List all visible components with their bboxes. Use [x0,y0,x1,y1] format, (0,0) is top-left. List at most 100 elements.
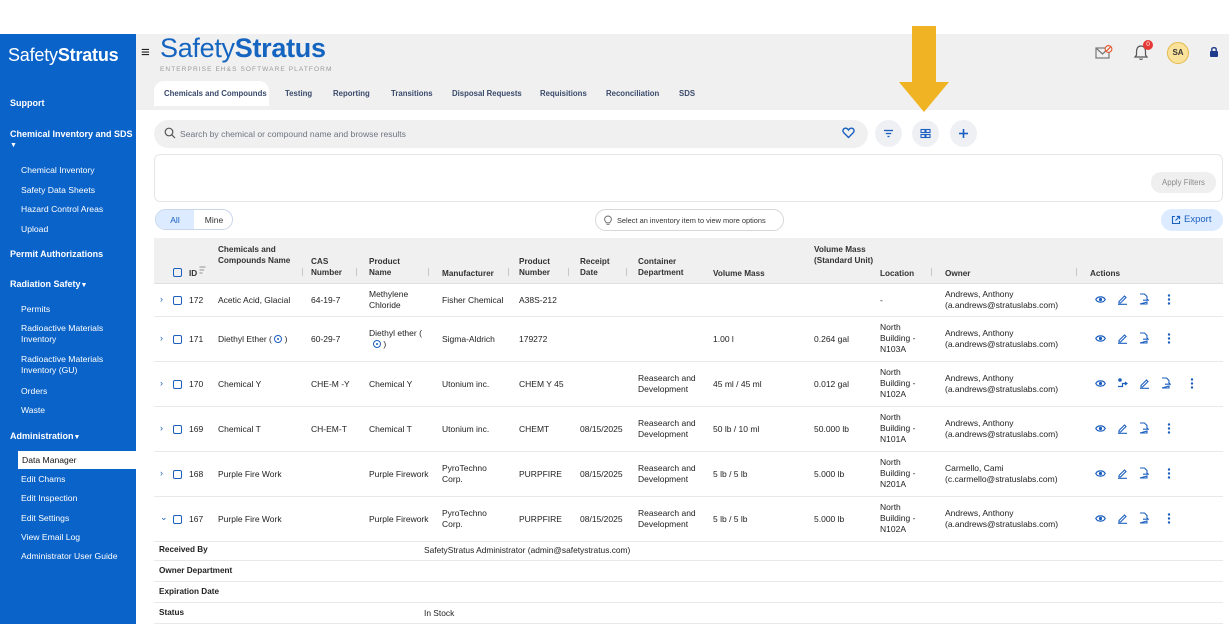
document-export-icon[interactable] [1138,422,1149,434]
edit-icon[interactable] [1117,512,1128,524]
columns-button[interactable] [912,120,939,147]
edit-icon[interactable] [1139,377,1150,389]
document-export-icon[interactable] [1138,332,1149,344]
col-header-cas[interactable]: CAS Number [311,256,353,278]
sidebar-item-edit-settings[interactable]: Edit Settings [21,513,133,524]
chevron-down-icon[interactable]: ⌄ [160,512,168,523]
tab-reporting[interactable]: Reporting [333,89,370,98]
hamburger-menu-icon[interactable]: ≡ [141,44,150,61]
chevron-right-icon[interactable]: › [160,294,163,304]
table-row[interactable]: › 170 Chemical Y CHE-M -Y Chemical Y Uto… [154,362,1223,407]
edit-icon[interactable] [1117,467,1128,479]
toggle-mine[interactable]: Mine [194,210,232,229]
more-options-icon[interactable] [1167,423,1171,434]
edit-icon[interactable] [1117,422,1128,434]
view-icon[interactable] [1095,424,1106,433]
chevron-right-icon[interactable]: › [160,423,163,433]
lock-icon[interactable] [1209,46,1219,58]
sidebar-item-chemical-inventory[interactable]: Chemical Inventory [21,165,133,176]
more-options-icon[interactable] [1167,294,1171,305]
col-header-volume-mass[interactable]: Volume Mass [713,268,765,279]
tab-chemicals-and-compounds[interactable]: Chemicals and Compounds [164,89,267,98]
more-options-icon[interactable] [1190,378,1194,389]
search-bar[interactable]: Search by chemical or compound name and … [154,120,868,148]
view-icon[interactable] [1095,469,1106,478]
row-checkbox[interactable] [173,470,182,479]
tab-reconciliation[interactable]: Reconciliation [606,89,659,98]
tab-transitions[interactable]: Transitions [391,89,433,98]
row-checkbox[interactable] [173,380,182,389]
view-icon[interactable] [1095,379,1106,388]
col-header-volume-mass-std[interactable]: Volume Mass (Standard Unit) [814,244,876,266]
table-row[interactable]: › 172 Acetic Acid, Glacial 64-19-7 Methy… [154,284,1223,317]
col-header-owner[interactable]: Owner [945,268,970,279]
edit-icon[interactable] [1117,293,1128,305]
sidebar-item-hazard-control-areas[interactable]: Hazard Control Areas [21,204,133,215]
sidebar-item-upload[interactable]: Upload [21,224,133,235]
sidebar-item-safety-data-sheets[interactable]: Safety Data Sheets [21,185,133,196]
brand-logo[interactable]: SafetyStratus [160,33,326,64]
table-row[interactable]: › 171 Diethyl Ether ( ) 60-29-7 Diethyl … [154,317,1223,362]
tab-disposal-requests[interactable]: Disposal Requests [452,89,522,98]
select-all-checkbox[interactable] [173,268,182,277]
sidebar-item-radioactive-materials[interactable]: Radioactive Materials Inventory [21,323,133,345]
edit-icon[interactable] [1117,332,1128,344]
sidebar-item-permits[interactable]: Permits [21,304,133,315]
view-icon[interactable] [1095,514,1106,523]
more-options-icon[interactable] [1167,333,1171,344]
table-row[interactable]: ⌄ 167 Purple Fire Work Purple Firework P… [154,497,1223,542]
document-export-icon[interactable] [1138,467,1149,479]
sidebar-section-radiation[interactable]: Radiation Safety▼ [10,279,87,289]
sidebar-item-edit-chams[interactable]: Edit Chams [21,474,133,485]
sidebar-item-edit-inspection[interactable]: Edit Inspection [21,493,133,504]
more-options-icon[interactable] [1167,468,1171,479]
row-checkbox[interactable] [173,296,182,305]
document-export-icon[interactable] [1138,512,1149,524]
col-header-receipt-date[interactable]: Receipt Date [580,256,622,278]
col-header-location[interactable]: Location [880,268,914,279]
avatar[interactable]: SA [1167,42,1189,64]
sidebar-section-support[interactable]: Support [10,98,45,108]
info-icon[interactable] [274,335,283,343]
mail-blocked-icon[interactable] [1095,45,1113,60]
sidebar-item-data-manager[interactable]: Data Manager [18,451,136,469]
col-header-id[interactable]: ID [189,268,197,279]
view-icon[interactable] [1095,295,1106,304]
add-button[interactable] [950,120,977,147]
sidebar-item-radioactive-materials-gu[interactable]: Radioactive Materials Inventory (GU) [21,354,133,376]
col-header-product-name[interactable]: Product Name [369,256,409,278]
info-icon[interactable] [373,340,381,348]
tab-sds[interactable]: SDS [679,89,695,98]
chevron-right-icon[interactable]: › [160,378,163,388]
col-header-manufacturer[interactable]: Manufacturer [442,268,494,279]
sidebar-item-admin-user-guide[interactable]: Administrator User Guide [21,551,133,562]
col-header-container-department[interactable]: Container Department [638,256,708,278]
export-button[interactable]: Export [1161,209,1223,231]
sidebar-item-waste[interactable]: Waste [21,405,133,416]
sidebar-section-permit[interactable]: Permit Authorizations [10,249,103,259]
sidebar-section-chemical[interactable]: Chemical Inventory and SDS ▼ [10,129,133,149]
document-export-icon[interactable] [1138,293,1149,305]
sidebar-section-administration[interactable]: Administration▼ [10,431,80,441]
apply-filters-button[interactable]: Apply Filters [1151,172,1216,193]
chevron-right-icon[interactable]: › [160,468,163,478]
heart-icon[interactable] [842,127,855,139]
view-icon[interactable] [1095,334,1106,343]
row-checkbox[interactable] [173,515,182,524]
document-export-icon[interactable] [1160,377,1171,389]
col-header-chemical-name[interactable]: Chemicals and Compounds Name [218,244,300,266]
row-checkbox[interactable] [173,335,182,344]
chevron-right-icon[interactable]: › [160,333,163,343]
tab-requisitions[interactable]: Requisitions [540,89,587,98]
col-header-product-number[interactable]: Product Number [519,256,564,278]
tab-testing[interactable]: Testing [285,89,312,98]
table-row[interactable]: › 168 Purple Fire Work Purple Firework P… [154,452,1223,497]
sidebar-item-orders[interactable]: Orders [21,386,133,397]
search-input[interactable]: Search by chemical or compound name and … [180,129,406,139]
transfer-icon[interactable] [1117,377,1129,389]
filter-button[interactable] [875,120,902,147]
more-options-icon[interactable] [1167,513,1171,524]
toggle-all[interactable]: All [156,210,194,229]
sort-icon[interactable] [199,266,206,276]
sidebar-item-view-email-log[interactable]: View Email Log [21,532,133,543]
